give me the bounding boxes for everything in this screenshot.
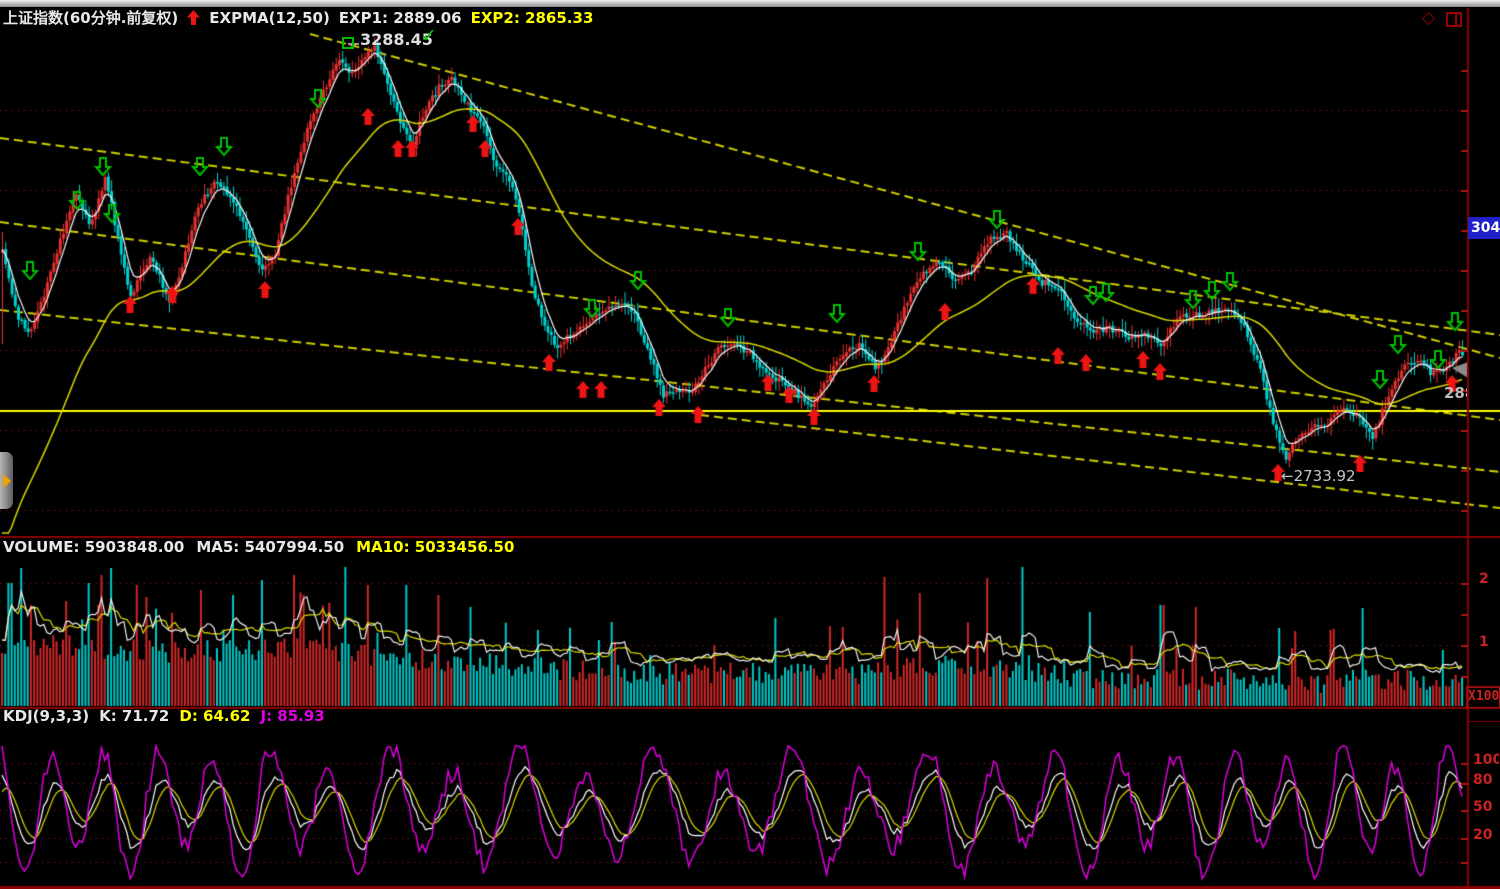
- volume-value-label: VOLUME: 5903848.00: [3, 539, 184, 556]
- annotation-checkmark-icon: ✓: [421, 26, 437, 48]
- kdj-j-label: J: 85.93: [261, 708, 325, 725]
- chart-canvas[interactable]: [0, 0, 1500, 889]
- kdj-axis-label-80: 80: [1473, 772, 1499, 788]
- volume-axis-label-2: 2: [1479, 571, 1489, 587]
- exp1-value-label: EXP1: 2889.06: [339, 9, 462, 27]
- expander-arrow-icon: [3, 474, 11, 488]
- kdj-axis-label-20: 20: [1473, 827, 1499, 843]
- split-window-icon[interactable]: [1446, 12, 1462, 27]
- indicator-label: EXPMA(12,50): [209, 9, 330, 27]
- volume-ma10-label: MA10: 5033456.50: [356, 539, 514, 556]
- trading-terminal-window: 上证指数(60分钟.前复权) EXPMA(12,50) EXP1: 2889.0…: [0, 0, 1500, 889]
- kdj-axis-label-50: 50: [1473, 799, 1499, 815]
- kdj-d-label: D: 64.62: [179, 708, 250, 725]
- volume-unit-label: X10000: [1467, 687, 1500, 708]
- window-top-strip: [0, 0, 1500, 7]
- annotation-handle-box[interactable]: [342, 37, 354, 49]
- kdj-k-label: K: 71.72: [99, 708, 169, 725]
- volume-header: VOLUME: 5903848.00 MA5: 5407994.50 MA10:…: [3, 539, 514, 556]
- exp2-value-label: EXP2: 2865.33: [471, 9, 594, 27]
- red-up-arrow-icon: [187, 10, 200, 25]
- right-axis-price-tag: 3043: [1468, 217, 1500, 239]
- kdj-params-label: KDJ(9,3,3): [3, 708, 89, 725]
- trough-price-label: ←2733.92: [1281, 468, 1356, 485]
- symbol-title: 上证指数(60分钟.前复权): [3, 7, 178, 28]
- volume-ma5-label: MA5: 5407994.50: [196, 539, 344, 556]
- left-panel-expander[interactable]: [0, 452, 13, 509]
- kdj-header: KDJ(9,3,3) K: 71.72 D: 64.62 J: 85.93: [3, 708, 325, 725]
- volume-axis-label-1: 1: [1479, 634, 1489, 650]
- last-price-partial-label: 288: [1444, 385, 1467, 404]
- kdj-axis-label-100: 100: [1473, 752, 1499, 768]
- chart-title-bar: 上证指数(60分钟.前复权) EXPMA(12,50) EXP1: 2889.0…: [3, 7, 593, 28]
- diamond-icon[interactable]: ◇: [1422, 9, 1435, 29]
